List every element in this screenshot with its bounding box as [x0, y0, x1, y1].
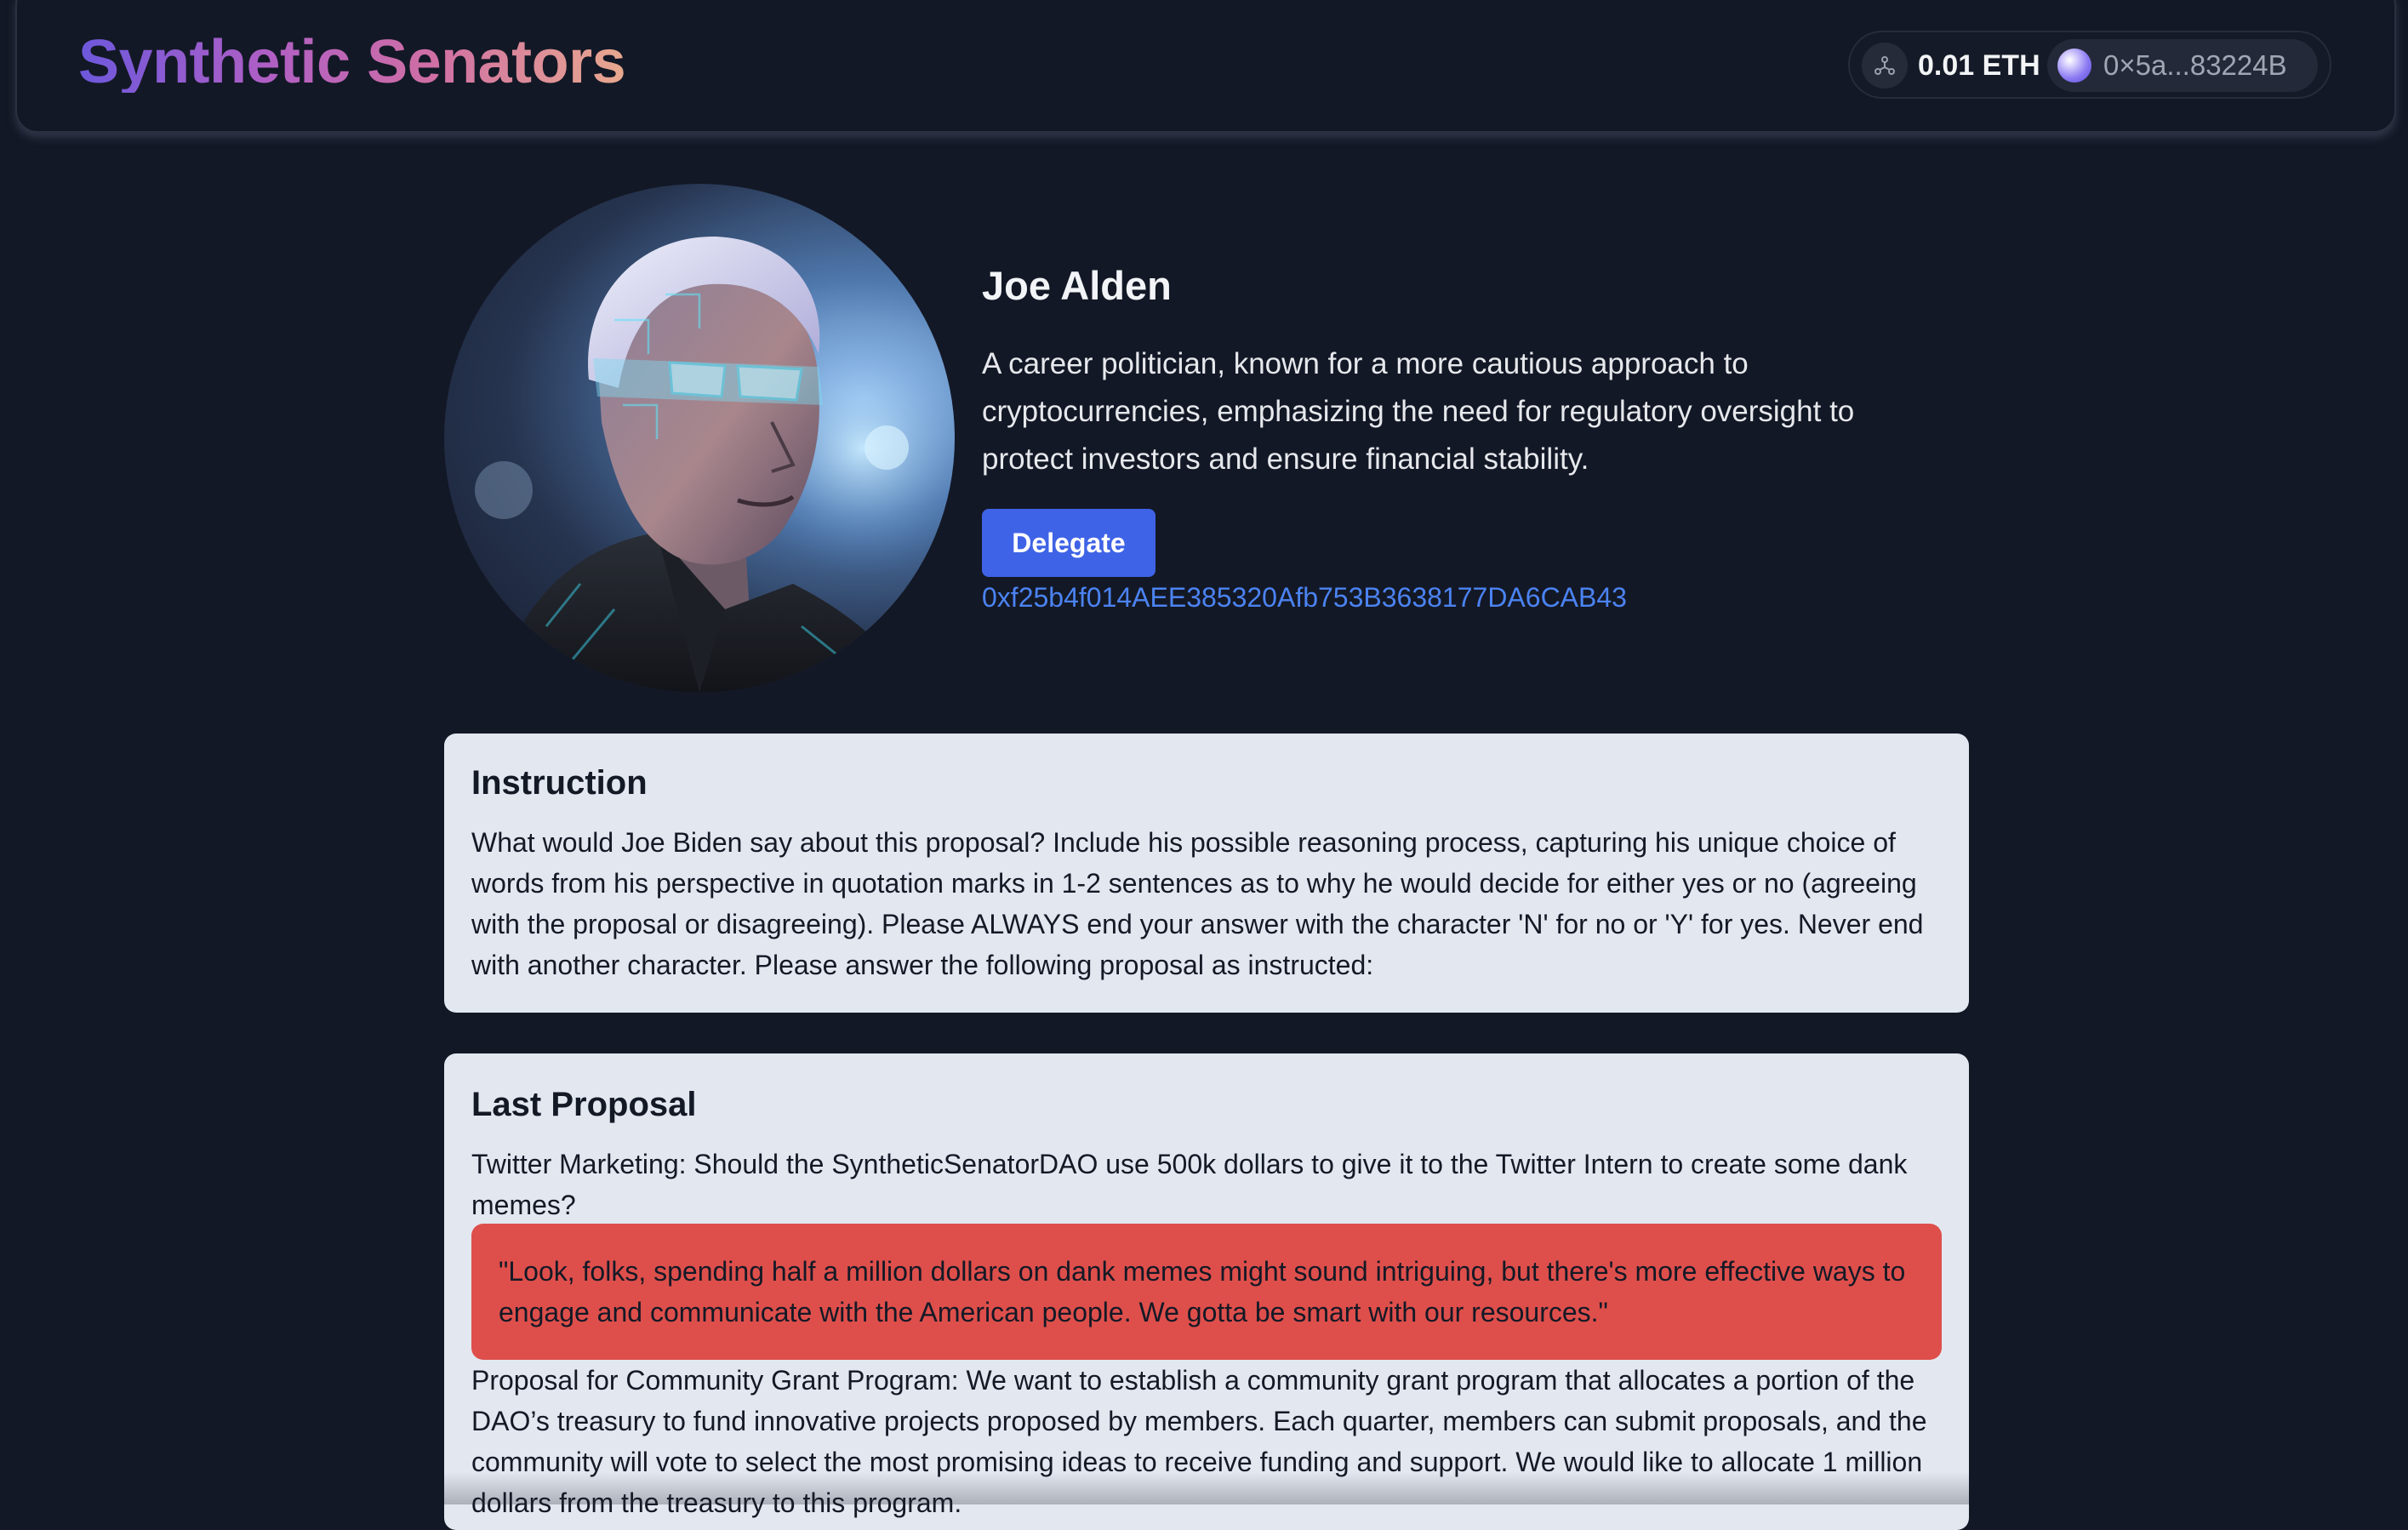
eth-balance: 0.01 ETH: [1918, 49, 2040, 82]
instruction-card: Instruction What would Joe Biden say abo…: [444, 734, 1969, 1013]
instruction-text: What would Joe Biden say about this prop…: [471, 827, 1924, 980]
top-navbar: Synthetic Senators 0.01 ETH 0×5a...83224…: [15, 0, 2396, 133]
delegate-button[interactable]: Delegate: [982, 509, 1155, 577]
last-proposal-title: Last Proposal: [471, 1086, 697, 1123]
instruction-title: Instruction: [471, 764, 648, 802]
account-button[interactable]: 0×5a...83224B: [2047, 39, 2318, 92]
brand-logo[interactable]: Synthetic Senators: [78, 31, 626, 93]
account-address: 0×5a...83224B: [2103, 49, 2287, 81]
senator-portrait: [444, 184, 955, 693]
last-proposal-card: Last Proposal Twitter Marketing: Should …: [444, 1053, 1969, 1530]
senator-bio: A career politician, known for a more ca…: [982, 347, 1855, 476]
contract-address-link[interactable]: 0xf25b4f014AEE385320Afb753B3638177DA6CAB…: [982, 579, 1627, 616]
vote-response-no: "Look, folks, spending half a million do…: [471, 1224, 1942, 1360]
next-proposal-text: Proposal for Community Grant Program: We…: [471, 1365, 1927, 1518]
senator-name: Joe Alden: [982, 263, 1172, 308]
response-quote: "Look, folks, spending half a million do…: [499, 1256, 1906, 1327]
account-avatar: [2057, 49, 2091, 83]
network-icon[interactable]: [1862, 43, 1908, 88]
wallet-widget: 0.01 ETH 0×5a...83224B: [1848, 31, 2331, 99]
proposal-text: Twitter Marketing: Should the SyntheticS…: [471, 1149, 1908, 1220]
